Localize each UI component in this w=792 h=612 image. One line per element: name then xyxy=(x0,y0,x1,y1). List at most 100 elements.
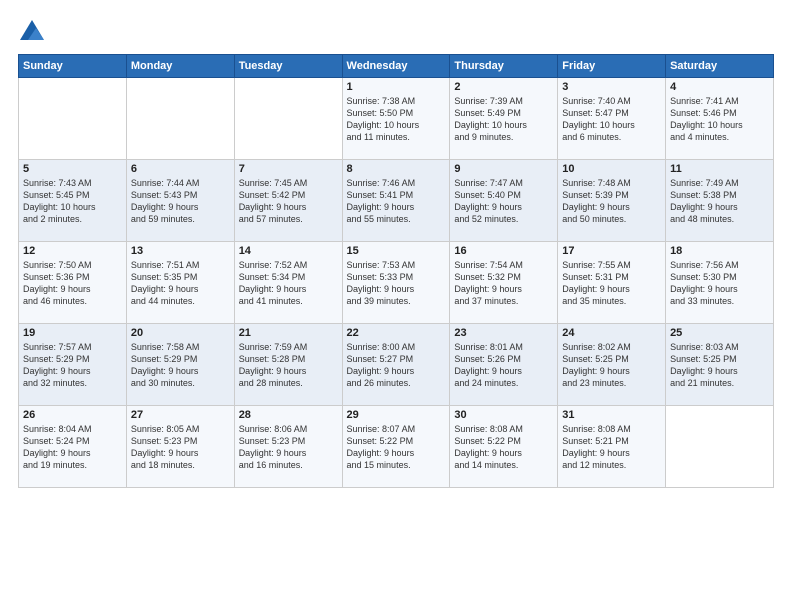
day-number: 18 xyxy=(670,245,769,257)
calendar-cell: 25 Sunrise: 8:03 AM Sunset: 5:25 PM Dayli… xyxy=(666,324,774,406)
calendar-cell: 8Sunrise: 7:46 AM Sunset: 5:41 PM Daylig… xyxy=(342,160,450,242)
cell-content: Sunrise: 7:41 AM Sunset: 5:46 PM Dayligh… xyxy=(670,95,769,144)
header-cell-friday: Friday xyxy=(558,55,666,78)
calendar-cell: 2 Sunrise: 7:39 AM Sunset: 5:49 PM Daylig… xyxy=(450,78,558,160)
calendar-cell: 28 Sunrise: 8:06 AM Sunset: 5:23 PM Dayli… xyxy=(234,406,342,488)
cell-content: Sunrise: 7:43 AM Sunset: 5:45 PM Dayligh… xyxy=(23,177,122,226)
day-number: 22 xyxy=(347,327,446,339)
day-number: 13 xyxy=(131,245,230,257)
day-number: 11 xyxy=(670,163,769,175)
day-number: 5 xyxy=(23,163,122,175)
day-number: 4 xyxy=(670,81,769,93)
day-number: 19 xyxy=(23,327,122,339)
calendar-cell: 19 Sunrise: 7:57 AM Sunset: 5:29 PM Dayli… xyxy=(19,324,127,406)
day-number: 21 xyxy=(239,327,338,339)
logo-icon xyxy=(18,18,46,46)
calendar-cell: 1Sunrise: 7:38 AM Sunset: 5:50 PM Daylig… xyxy=(342,78,450,160)
header-row: SundayMondayTuesdayWednesdayThursdayFrid… xyxy=(19,55,774,78)
logo xyxy=(18,18,50,46)
calendar-cell: 4 Sunrise: 7:41 AM Sunset: 5:46 PM Daylig… xyxy=(666,78,774,160)
cell-content: Sunrise: 8:03 AM Sunset: 5:25 PM Dayligh… xyxy=(670,341,769,390)
calendar-cell xyxy=(19,78,127,160)
cell-content: Sunrise: 8:06 AM Sunset: 5:23 PM Dayligh… xyxy=(239,423,338,472)
calendar-cell: 18Sunrise: 7:56 AM Sunset: 5:30 PM Dayli… xyxy=(666,242,774,324)
calendar-cell xyxy=(234,78,342,160)
day-number: 23 xyxy=(454,327,553,339)
calendar-cell: 10 Sunrise: 7:48 AM Sunset: 5:39 PM Dayli… xyxy=(558,160,666,242)
header-cell-monday: Monday xyxy=(126,55,234,78)
week-row-4: 19 Sunrise: 7:57 AM Sunset: 5:29 PM Dayli… xyxy=(19,324,774,406)
day-number: 28 xyxy=(239,409,338,421)
calendar-cell: 29Sunrise: 8:07 AM Sunset: 5:22 PM Dayli… xyxy=(342,406,450,488)
day-number: 30 xyxy=(454,409,553,421)
calendar-cell: 22Sunrise: 8:00 AM Sunset: 5:27 PM Dayli… xyxy=(342,324,450,406)
cell-content: Sunrise: 7:53 AM Sunset: 5:33 PM Dayligh… xyxy=(347,259,446,308)
day-number: 7 xyxy=(239,163,338,175)
cell-content: Sunrise: 7:39 AM Sunset: 5:49 PM Dayligh… xyxy=(454,95,553,144)
day-number: 9 xyxy=(454,163,553,175)
calendar-table: SundayMondayTuesdayWednesdayThursdayFrid… xyxy=(18,54,774,488)
week-row-1: 1Sunrise: 7:38 AM Sunset: 5:50 PM Daylig… xyxy=(19,78,774,160)
cell-content: Sunrise: 7:57 AM Sunset: 5:29 PM Dayligh… xyxy=(23,341,122,390)
calendar-page: SundayMondayTuesdayWednesdayThursdayFrid… xyxy=(0,0,792,612)
day-number: 14 xyxy=(239,245,338,257)
cell-content: Sunrise: 8:02 AM Sunset: 5:25 PM Dayligh… xyxy=(562,341,661,390)
calendar-cell: 6Sunrise: 7:44 AM Sunset: 5:43 PM Daylig… xyxy=(126,160,234,242)
cell-content: Sunrise: 7:46 AM Sunset: 5:41 PM Dayligh… xyxy=(347,177,446,226)
cell-content: Sunrise: 7:44 AM Sunset: 5:43 PM Dayligh… xyxy=(131,177,230,226)
cell-content: Sunrise: 7:54 AM Sunset: 5:32 PM Dayligh… xyxy=(454,259,553,308)
header-cell-saturday: Saturday xyxy=(666,55,774,78)
day-number: 31 xyxy=(562,409,661,421)
calendar-cell: 24 Sunrise: 8:02 AM Sunset: 5:25 PM Dayli… xyxy=(558,324,666,406)
cell-content: Sunrise: 7:49 AM Sunset: 5:38 PM Dayligh… xyxy=(670,177,769,226)
calendar-cell: 15 Sunrise: 7:53 AM Sunset: 5:33 PM Dayli… xyxy=(342,242,450,324)
calendar-cell: 20Sunrise: 7:58 AM Sunset: 5:29 PM Dayli… xyxy=(126,324,234,406)
calendar-cell: 3Sunrise: 7:40 AM Sunset: 5:47 PM Daylig… xyxy=(558,78,666,160)
calendar-cell: 26Sunrise: 8:04 AM Sunset: 5:24 PM Dayli… xyxy=(19,406,127,488)
day-number: 2 xyxy=(454,81,553,93)
cell-content: Sunrise: 8:08 AM Sunset: 5:21 PM Dayligh… xyxy=(562,423,661,472)
day-number: 3 xyxy=(562,81,661,93)
week-row-3: 12 Sunrise: 7:50 AM Sunset: 5:36 PM Dayli… xyxy=(19,242,774,324)
cell-content: Sunrise: 7:59 AM Sunset: 5:28 PM Dayligh… xyxy=(239,341,338,390)
calendar-cell: 21 Sunrise: 7:59 AM Sunset: 5:28 PM Dayli… xyxy=(234,324,342,406)
cell-content: Sunrise: 7:45 AM Sunset: 5:42 PM Dayligh… xyxy=(239,177,338,226)
calendar-cell: 12 Sunrise: 7:50 AM Sunset: 5:36 PM Dayli… xyxy=(19,242,127,324)
header-cell-sunday: Sunday xyxy=(19,55,127,78)
calendar-cell: 5 Sunrise: 7:43 AM Sunset: 5:45 PM Daylig… xyxy=(19,160,127,242)
calendar-cell: 9 Sunrise: 7:47 AM Sunset: 5:40 PM Daylig… xyxy=(450,160,558,242)
cell-content: Sunrise: 8:04 AM Sunset: 5:24 PM Dayligh… xyxy=(23,423,122,472)
day-number: 17 xyxy=(562,245,661,257)
day-number: 25 xyxy=(670,327,769,339)
day-number: 10 xyxy=(562,163,661,175)
cell-content: Sunrise: 7:47 AM Sunset: 5:40 PM Dayligh… xyxy=(454,177,553,226)
cell-content: Sunrise: 7:50 AM Sunset: 5:36 PM Dayligh… xyxy=(23,259,122,308)
day-number: 29 xyxy=(347,409,446,421)
calendar-cell: 27 Sunrise: 8:05 AM Sunset: 5:23 PM Dayli… xyxy=(126,406,234,488)
calendar-cell: 13 Sunrise: 7:51 AM Sunset: 5:35 PM Dayli… xyxy=(126,242,234,324)
header xyxy=(18,18,774,46)
calendar-cell: 11 Sunrise: 7:49 AM Sunset: 5:38 PM Dayli… xyxy=(666,160,774,242)
day-number: 24 xyxy=(562,327,661,339)
calendar-cell: 17 Sunrise: 7:55 AM Sunset: 5:31 PM Dayli… xyxy=(558,242,666,324)
cell-content: Sunrise: 7:48 AM Sunset: 5:39 PM Dayligh… xyxy=(562,177,661,226)
calendar-body: 1Sunrise: 7:38 AM Sunset: 5:50 PM Daylig… xyxy=(19,78,774,488)
day-number: 12 xyxy=(23,245,122,257)
day-number: 27 xyxy=(131,409,230,421)
cell-content: Sunrise: 8:08 AM Sunset: 5:22 PM Dayligh… xyxy=(454,423,553,472)
calendar-cell: 31 Sunrise: 8:08 AM Sunset: 5:21 PM Dayli… xyxy=(558,406,666,488)
cell-content: Sunrise: 7:51 AM Sunset: 5:35 PM Dayligh… xyxy=(131,259,230,308)
cell-content: Sunrise: 8:01 AM Sunset: 5:26 PM Dayligh… xyxy=(454,341,553,390)
day-number: 15 xyxy=(347,245,446,257)
header-cell-thursday: Thursday xyxy=(450,55,558,78)
calendar-cell: 23 Sunrise: 8:01 AM Sunset: 5:26 PM Dayli… xyxy=(450,324,558,406)
header-cell-wednesday: Wednesday xyxy=(342,55,450,78)
calendar-cell: 7 Sunrise: 7:45 AM Sunset: 5:42 PM Daylig… xyxy=(234,160,342,242)
week-row-2: 5 Sunrise: 7:43 AM Sunset: 5:45 PM Daylig… xyxy=(19,160,774,242)
calendar-cell: 30 Sunrise: 8:08 AM Sunset: 5:22 PM Dayli… xyxy=(450,406,558,488)
cell-content: Sunrise: 8:05 AM Sunset: 5:23 PM Dayligh… xyxy=(131,423,230,472)
cell-content: Sunrise: 7:55 AM Sunset: 5:31 PM Dayligh… xyxy=(562,259,661,308)
calendar-cell: 14Sunrise: 7:52 AM Sunset: 5:34 PM Dayli… xyxy=(234,242,342,324)
header-cell-tuesday: Tuesday xyxy=(234,55,342,78)
cell-content: Sunrise: 7:38 AM Sunset: 5:50 PM Dayligh… xyxy=(347,95,446,144)
